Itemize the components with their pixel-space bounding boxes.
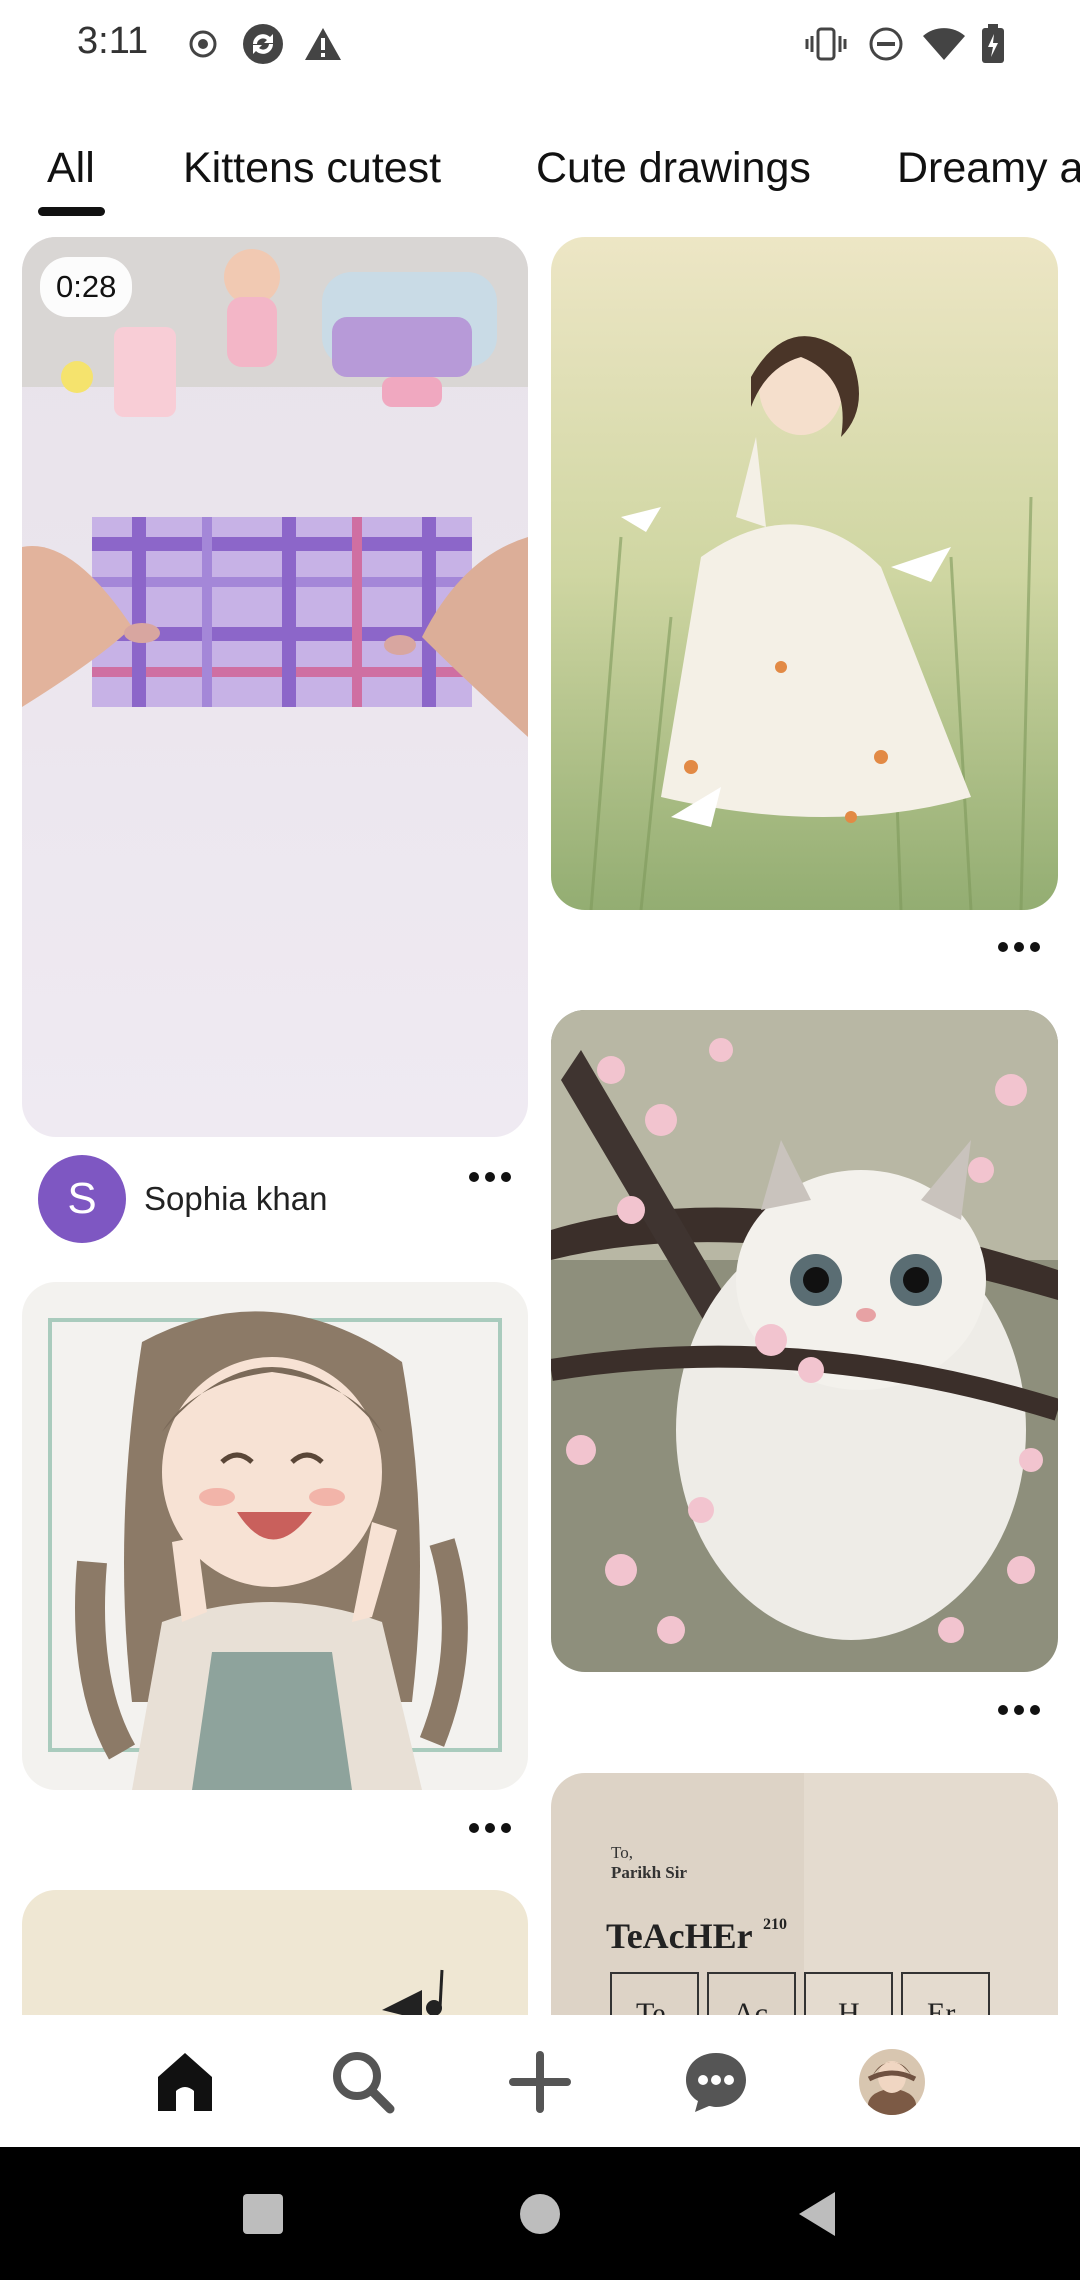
teacher-card-image: To, Parikh Sir TeAcHEr 210 Te Ac H Er — [551, 1773, 1058, 2015]
card-title-superscript: 210 — [763, 1916, 787, 1933]
creator-avatar[interactable]: S — [38, 1155, 126, 1243]
meadow-girl-image — [551, 237, 1058, 910]
creator-name[interactable]: Sophia khan — [144, 1180, 327, 1218]
tab-all[interactable]: All — [47, 144, 95, 193]
pin-sheet-music[interactable] — [22, 1890, 528, 2015]
card-cell-h: H — [838, 1997, 860, 2015]
pin-anime-girl[interactable] — [22, 1282, 528, 1790]
pin-feed[interactable]: 0:28 S Sophia khan To, Parikh Sir TeAcHE… — [0, 235, 1080, 2015]
battery-icon — [978, 22, 1008, 66]
pin-more-options-button[interactable] — [460, 1162, 520, 1192]
record-icon — [186, 22, 220, 66]
video-duration-badge: 0:28 — [40, 257, 133, 317]
home-icon[interactable] — [140, 2037, 230, 2127]
card-cell-ac: Ac — [733, 1997, 768, 2015]
card-to-text: To, — [611, 1843, 633, 1862]
pin-teacher-card[interactable]: To, Parikh Sir TeAcHEr 210 Te Ac H Er — [551, 1773, 1058, 2015]
pin-creator[interactable]: S Sophia khan — [38, 1155, 327, 1243]
sync-icon — [240, 22, 286, 66]
recents-button[interactable] — [232, 2183, 294, 2245]
pin-more-options-button[interactable] — [989, 932, 1049, 962]
pin-meadow-girl[interactable] — [551, 237, 1058, 910]
search-icon[interactable] — [318, 2037, 408, 2127]
pin-more-options-button[interactable] — [460, 1813, 520, 1843]
kitten-blossom-image — [551, 1010, 1058, 1672]
do-not-disturb-icon — [866, 22, 906, 66]
system-navigation-bar — [0, 2147, 1080, 2280]
vibrate-icon — [804, 22, 848, 66]
status-bar: 3:11 — [0, 0, 1080, 90]
status-time: 3:11 — [77, 20, 149, 62]
tab-dreamy[interactable]: Dreamy a — [897, 144, 1080, 193]
messages-icon[interactable] — [671, 2037, 761, 2127]
wifi-icon — [920, 22, 968, 66]
profile-avatar[interactable] — [847, 2037, 937, 2127]
sheet-music-image — [22, 1890, 528, 2015]
card-recipient-text: Parikh Sir — [611, 1863, 687, 1882]
bottom-navigation — [0, 2015, 1080, 2147]
tab-selected-indicator — [38, 207, 105, 216]
board-tabs: All Kittens cutest Cute drawings Dreamy … — [0, 130, 1080, 220]
card-title-text: TeAcHEr — [606, 1916, 753, 1956]
craft-video-thumbnail — [22, 237, 528, 1137]
pin-craft-video[interactable]: 0:28 — [22, 237, 528, 1137]
anime-girl-image — [22, 1282, 528, 1790]
pin-more-options-button[interactable] — [989, 1695, 1049, 1725]
back-button[interactable] — [786, 2183, 848, 2245]
home-button[interactable] — [509, 2183, 571, 2245]
pin-kitten-blossoms[interactable] — [551, 1010, 1058, 1672]
card-cell-er: Er — [927, 1997, 955, 2015]
create-plus-icon[interactable] — [495, 2037, 585, 2127]
warning-icon — [303, 22, 343, 66]
card-cell-te: Te — [636, 1997, 666, 2015]
tab-kittens-cutest[interactable]: Kittens cutest — [183, 144, 441, 193]
tab-cute-drawings[interactable]: Cute drawings — [536, 144, 811, 193]
